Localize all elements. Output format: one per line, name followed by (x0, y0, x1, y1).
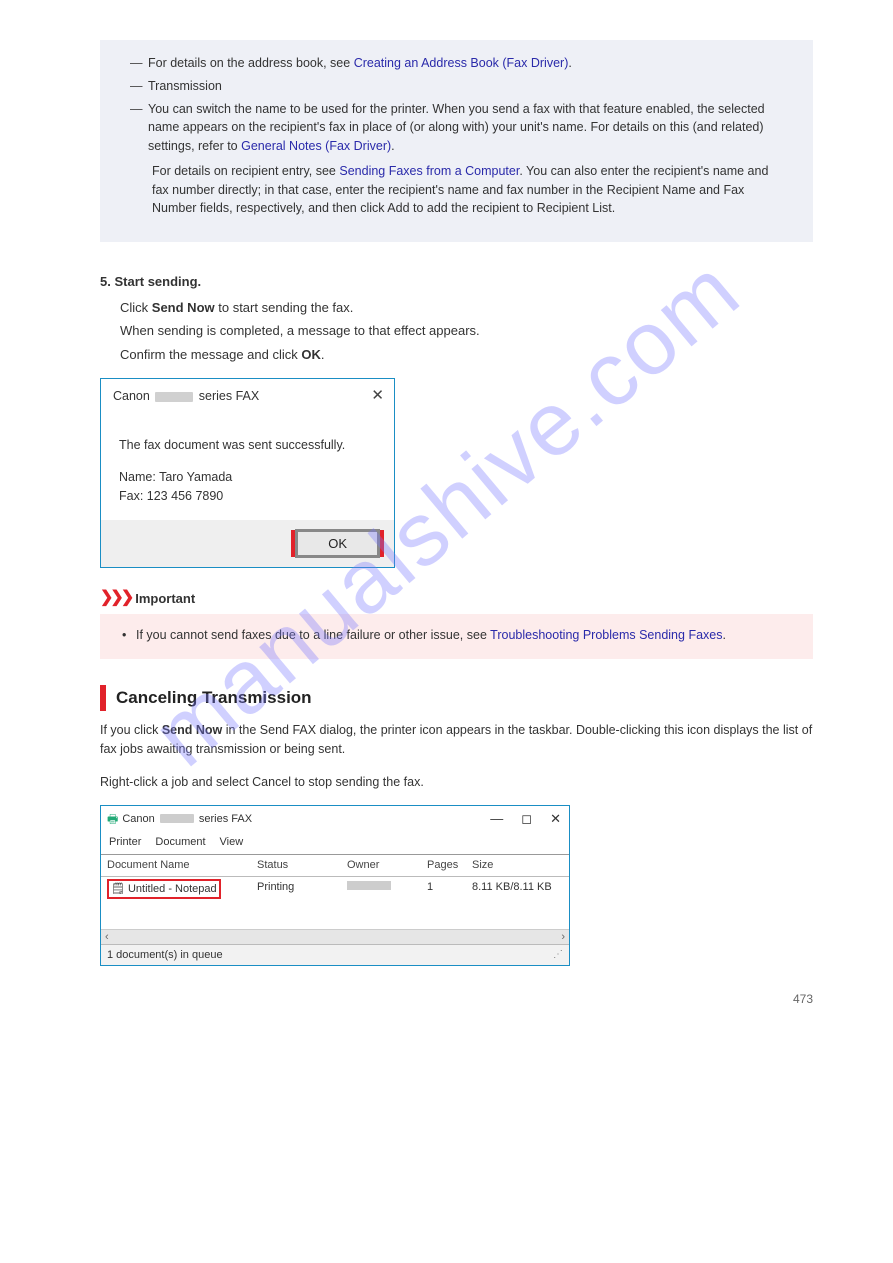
dialog-titlebar: Canon series FAX ✕ (101, 379, 394, 414)
resize-grip-icon: ⋰ (553, 947, 563, 964)
dash-icon: — (130, 54, 142, 73)
important-text: If you cannot send faxes due to a line f… (136, 626, 726, 645)
document-name-highlight: 🗒 Untitled - Notepad (107, 879, 221, 900)
link-sending-faxes[interactable]: Sending Faxes from a Computer (339, 164, 519, 178)
red-bar-icon (100, 685, 106, 711)
menu-view[interactable]: View (220, 834, 244, 851)
dialog-footer: OK (101, 520, 394, 568)
cancel-para-2: Right-click a job and select Cancel to s… (100, 773, 813, 792)
menu-printer[interactable]: Printer (109, 834, 141, 851)
minimize-icon[interactable]: — (490, 809, 503, 829)
close-icon[interactable]: ✕ (550, 809, 561, 829)
scroll-right-icon[interactable]: › (561, 929, 565, 946)
queue-menu: Printer Document View (101, 832, 569, 856)
ok-button[interactable]: OK (295, 529, 380, 558)
close-icon[interactable]: ✕ (371, 385, 384, 408)
redacted-block (347, 881, 391, 890)
cancel-para-1: If you click Send Now in the Send FAX di… (100, 721, 813, 759)
menu-document[interactable]: Document (155, 834, 205, 851)
print-queue-window: 🖶 Canon series FAX — ◻ ✕ Printer Documen… (100, 805, 570, 966)
dialog-body: The fax document was sent successfully. … (101, 414, 394, 520)
chevron-icon: ❯❯❯ (100, 586, 131, 610)
queue-statusbar: 1 document(s) in queue ⋰ (101, 944, 569, 966)
notepad-icon: 🗒 (111, 881, 125, 898)
ok-highlight: OK (291, 530, 384, 558)
printer-icon: 🖶 (107, 810, 118, 828)
link-general-notes[interactable]: General Notes (Fax Driver) (241, 139, 391, 153)
link-troubleshoot[interactable]: Troubleshooting Problems Sending Faxes (490, 628, 722, 642)
important-label: ❯❯❯ Important (100, 586, 813, 610)
scroll-left-icon[interactable]: ‹ (105, 929, 109, 946)
scrollbar[interactable]: ‹ › (101, 929, 569, 944)
info-box: — For details on the address book, see C… (100, 40, 813, 242)
info-row-1: For details on the address book, see Cre… (148, 54, 572, 73)
dash-icon: — (130, 77, 142, 96)
dash-icon: — (130, 100, 142, 119)
step-5: 5. Start sending. Click Send Now to star… (100, 272, 813, 364)
success-dialog: Canon series FAX ✕ The fax document was … (100, 378, 395, 568)
redacted-block (155, 392, 193, 402)
redacted-block (160, 814, 194, 823)
maximize-icon[interactable]: ◻ (521, 809, 532, 829)
bullet-icon: • (122, 626, 128, 645)
info-row-2: Transmission (148, 77, 222, 96)
queue-header-row: Document Name Status Owner Pages Size (101, 855, 569, 877)
queue-titlebar: 🖶 Canon series FAX — ◻ ✕ (101, 806, 569, 832)
important-box: • If you cannot send faxes due to a line… (100, 614, 813, 659)
info-row-3: You can switch the name to be used for t… (148, 100, 783, 156)
section-heading: Canceling Transmission (100, 685, 813, 711)
link-address-book[interactable]: Creating an Address Book (Fax Driver) (354, 56, 569, 70)
info-paragraph: For details on recipient entry, see Send… (152, 162, 783, 218)
queue-row[interactable]: 🗒 Untitled - Notepad Printing 1 8.11 KB/… (101, 877, 569, 902)
page-number: 473 (793, 990, 813, 1008)
